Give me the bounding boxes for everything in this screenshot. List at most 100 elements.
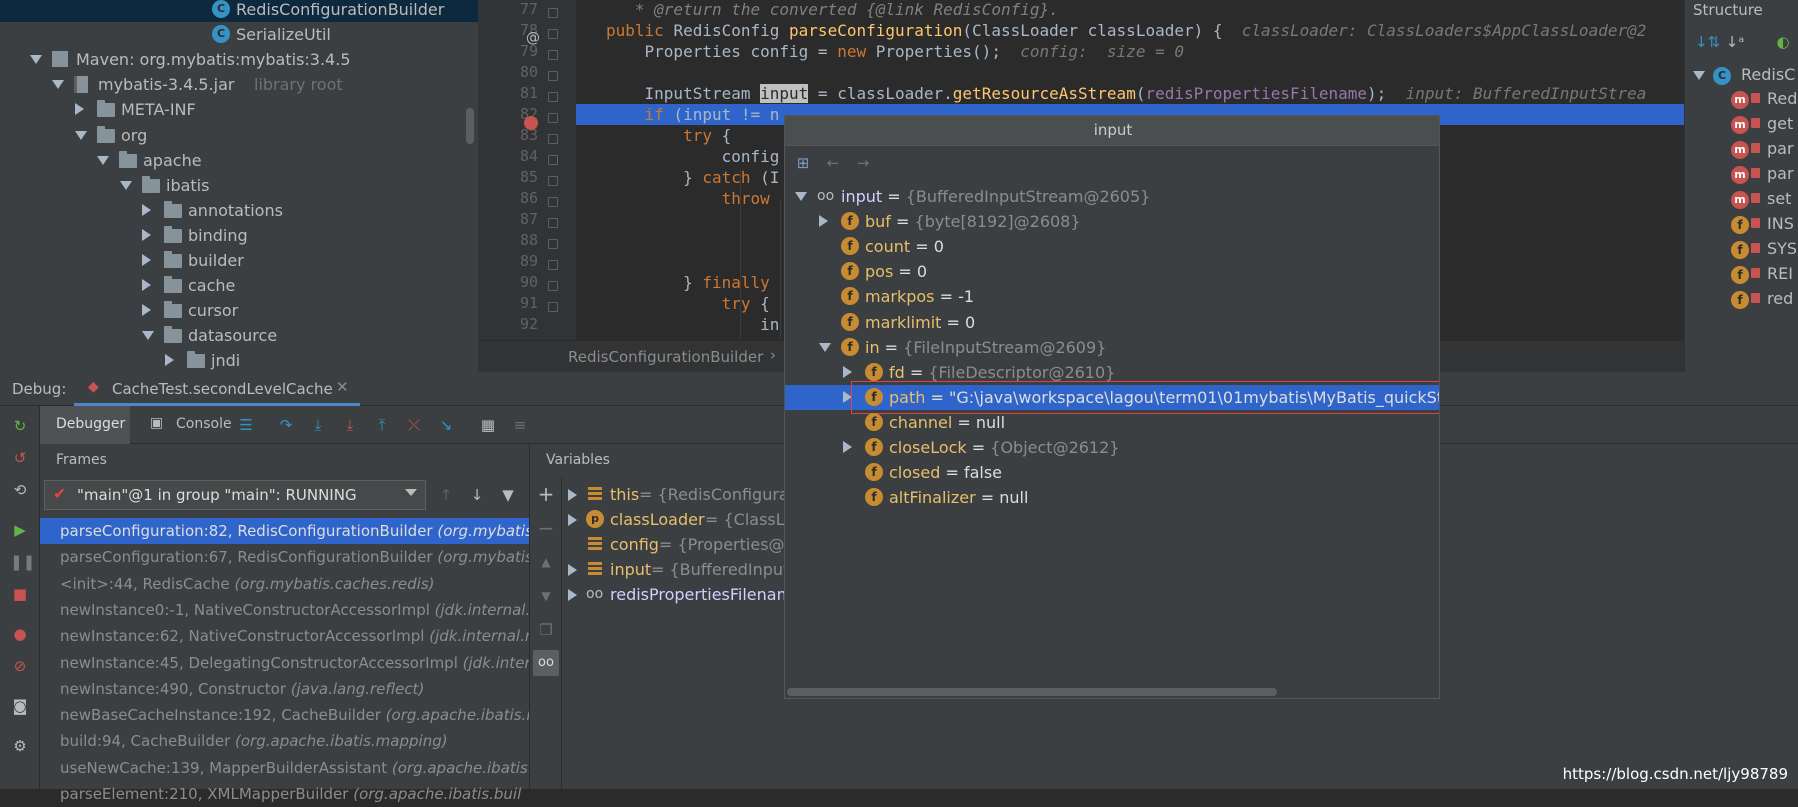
popup-tree-row[interactable]: ooinput = {BufferedInputStream@2605} <box>785 184 1440 209</box>
previous-frame-icon[interactable]: ↑ <box>436 485 456 505</box>
fold-marker-icon[interactable] <box>548 281 558 291</box>
collapsed-chevron-icon[interactable] <box>568 514 577 526</box>
restore-layout-icon[interactable]: ⟲ <box>10 480 30 500</box>
menu-lines-icon[interactable]: ☰ <box>236 415 256 435</box>
collapsed-chevron-icon[interactable] <box>843 441 852 453</box>
tree-item[interactable]: builder <box>0 248 478 273</box>
tree-item[interactable]: binding <box>0 223 478 248</box>
collapsed-chevron-icon[interactable] <box>819 215 828 227</box>
popup-tree-row[interactable]: fclosed = false <box>785 460 1440 485</box>
fold-marker-icon[interactable] <box>548 260 558 270</box>
structure-item[interactable]: fINS <box>1685 213 1798 237</box>
view-breakpoints-icon[interactable]: ● <box>10 624 30 644</box>
popup-tree-row[interactable]: fcount = 0 <box>785 234 1440 259</box>
remove-watch-icon[interactable]: − <box>536 518 556 538</box>
collapsed-chevron-icon[interactable] <box>142 254 151 266</box>
expanded-chevron-icon[interactable] <box>1693 71 1705 80</box>
trace-stream-icon[interactable]: ≡ <box>510 415 530 435</box>
popup-tree-row[interactable]: fpos = 0 <box>785 259 1440 284</box>
sort-alphabetically-icon[interactable]: ↓ᵃ <box>1725 32 1745 52</box>
override-marker-icon[interactable]: @ <box>526 30 540 46</box>
show-inherited-icon[interactable]: ◐ <box>1773 32 1793 52</box>
frame-item[interactable]: newBaseCacheInstance:192, CacheBuilder (… <box>40 702 529 728</box>
stop-icon[interactable]: ■ <box>10 584 30 604</box>
structure-item[interactable]: mpar <box>1685 163 1798 187</box>
frame-item[interactable]: newInstance0:-1, NativeConstructorAccess… <box>40 597 529 623</box>
structure-item[interactable]: mget <box>1685 113 1798 137</box>
rerun-icon[interactable]: ↻ <box>10 416 30 436</box>
tree-item[interactable]: org <box>0 123 478 148</box>
show-watches-icon[interactable]: oo <box>533 650 559 676</box>
force-step-into-icon[interactable]: ⤓ <box>340 415 360 435</box>
fold-marker-icon[interactable] <box>548 176 558 186</box>
settings-gear-icon[interactable]: ⚙ <box>10 736 30 756</box>
expanded-chevron-icon[interactable] <box>120 181 132 190</box>
mute-breakpoints-icon[interactable]: ⊘ <box>10 656 30 676</box>
popup-tree-row[interactable]: faltFinalizer = null <box>785 485 1440 510</box>
collapsed-chevron-icon[interactable] <box>142 229 151 241</box>
popup-title-bar[interactable]: input <box>785 116 1440 146</box>
structure-item[interactable]: fREI <box>1685 263 1798 287</box>
expanded-chevron-icon[interactable] <box>52 80 64 89</box>
fold-marker-icon[interactable] <box>548 239 558 249</box>
tree-item[interactable]: datasource <box>0 323 478 348</box>
pause-program-icon[interactable]: ❚❚ <box>10 552 30 572</box>
fold-marker-icon[interactable] <box>548 134 558 144</box>
tree-item[interactable]: cache <box>0 273 478 298</box>
close-tab-icon[interactable]: ✕ <box>336 378 349 396</box>
fold-marker-icon[interactable] <box>548 8 558 18</box>
fold-marker-icon[interactable] <box>548 155 558 165</box>
breakpoint-icon[interactable] <box>524 116 538 130</box>
fold-marker-icon[interactable] <box>548 197 558 207</box>
inspect-popup[interactable]: input ⊞ ← → ooinput = {BufferedInputStre… <box>784 115 1440 699</box>
copy-icon[interactable]: ❐ <box>536 620 556 640</box>
popup-tree-row[interactable]: fchannel = null <box>785 410 1440 435</box>
camera-icon[interactable]: ◙ <box>10 696 30 716</box>
navigate-icon[interactable]: ⊞ <box>793 153 813 173</box>
variable-row[interactable]: ooredisPropertiesFilename = <box>566 582 784 607</box>
collapsed-chevron-icon[interactable] <box>142 204 151 216</box>
drop-frame-icon[interactable]: ⤬ <box>404 415 424 435</box>
collapsed-chevron-icon[interactable] <box>75 103 84 115</box>
fold-marker-icon[interactable] <box>548 113 558 123</box>
rerun-failed-icon[interactable]: ↺ <box>10 448 30 468</box>
structure-item[interactable]: fred <box>1685 288 1798 312</box>
editor-gutter[interactable]: 77787980818283848586878889909192@ <box>478 0 576 372</box>
tree-item[interactable]: META-INF <box>0 97 478 122</box>
fold-marker-icon[interactable] <box>548 92 558 102</box>
popup-tree-row[interactable]: fcloseLock = {Object@2612} <box>785 435 1440 460</box>
collapsed-chevron-icon[interactable] <box>568 564 577 576</box>
forward-arrow-icon[interactable]: → <box>853 153 873 173</box>
tree-item[interactable]: cursor <box>0 298 478 323</box>
tree-item[interactable]: ibatis <box>0 173 478 198</box>
variable-row[interactable]: pclassLoader = {ClassLoa <box>566 507 784 532</box>
filter-icon[interactable]: ▼ <box>498 485 518 505</box>
structure-root[interactable]: CRedisC <box>1685 64 1798 88</box>
structure-item[interactable]: mset <box>1685 188 1798 212</box>
frame-item[interactable]: build:94, CacheBuilder (org.apache.ibati… <box>40 728 529 754</box>
collapsed-chevron-icon[interactable] <box>165 354 174 366</box>
fold-marker-icon[interactable] <box>548 29 558 39</box>
frame-item[interactable]: newInstance:490, Constructor (java.lang.… <box>40 676 529 702</box>
popup-hscroll-thumb[interactable] <box>787 688 1277 696</box>
expanded-chevron-icon[interactable] <box>97 156 109 165</box>
expanded-chevron-icon[interactable] <box>795 192 807 201</box>
expanded-chevron-icon[interactable] <box>30 55 42 64</box>
tree-item[interactable]: Maven: org.mybatis:mybatis:3.4.5 <box>0 47 478 72</box>
fold-marker-icon[interactable] <box>548 71 558 81</box>
collapsed-chevron-icon[interactable] <box>843 366 852 378</box>
move-down-icon[interactable]: ▼ <box>536 586 556 606</box>
structure-item[interactable]: mpar <box>1685 138 1798 162</box>
editor-breadcrumb[interactable]: RedisConfigurationBuilder <box>568 348 763 366</box>
fold-marker-icon[interactable] <box>548 302 558 312</box>
add-watch-icon[interactable]: + <box>536 484 556 504</box>
frame-item[interactable]: newInstance:45, DelegatingConstructorAcc… <box>40 650 529 676</box>
tree-item[interactable]: apache <box>0 148 478 173</box>
tree-item[interactable]: jndi <box>0 348 478 372</box>
step-over-icon[interactable]: ↷ <box>276 415 296 435</box>
back-arrow-icon[interactable]: ← <box>823 153 843 173</box>
collapsed-chevron-icon[interactable] <box>142 304 151 316</box>
frame-item[interactable]: parseConfiguration:67, RedisConfiguratio… <box>40 544 529 570</box>
resume-program-icon[interactable]: ▶ <box>10 520 30 540</box>
run-to-cursor-icon[interactable]: ↘ <box>436 415 456 435</box>
